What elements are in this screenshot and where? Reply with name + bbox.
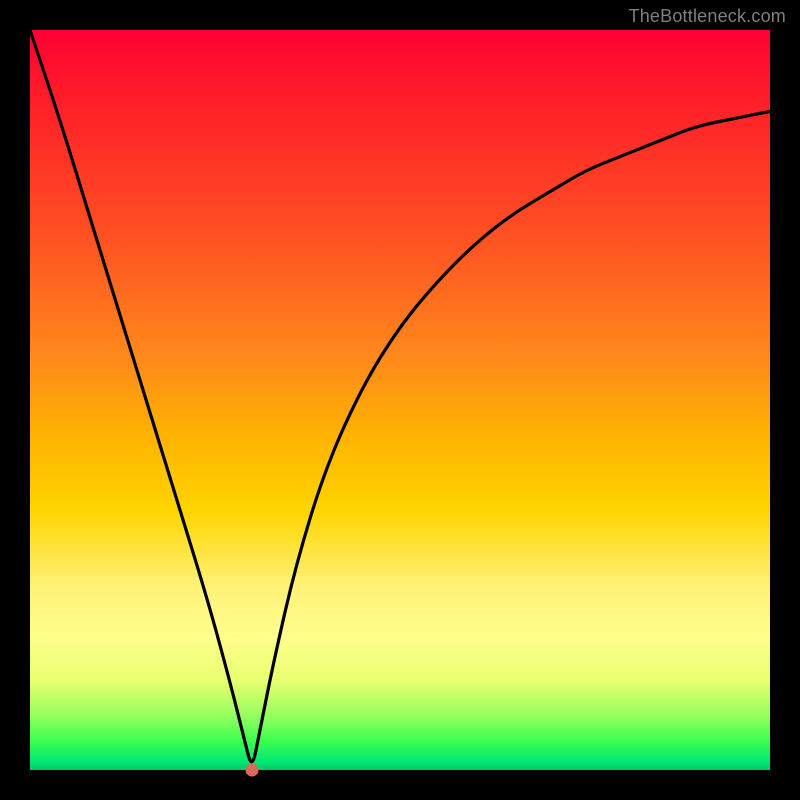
- curve-svg: [30, 30, 770, 770]
- optimum-marker: [246, 764, 258, 776]
- chart-frame: TheBottleneck.com: [0, 0, 800, 800]
- bottleneck-curve: [30, 30, 770, 762]
- attribution-watermark: TheBottleneck.com: [629, 6, 786, 27]
- plot-area: [30, 30, 770, 770]
